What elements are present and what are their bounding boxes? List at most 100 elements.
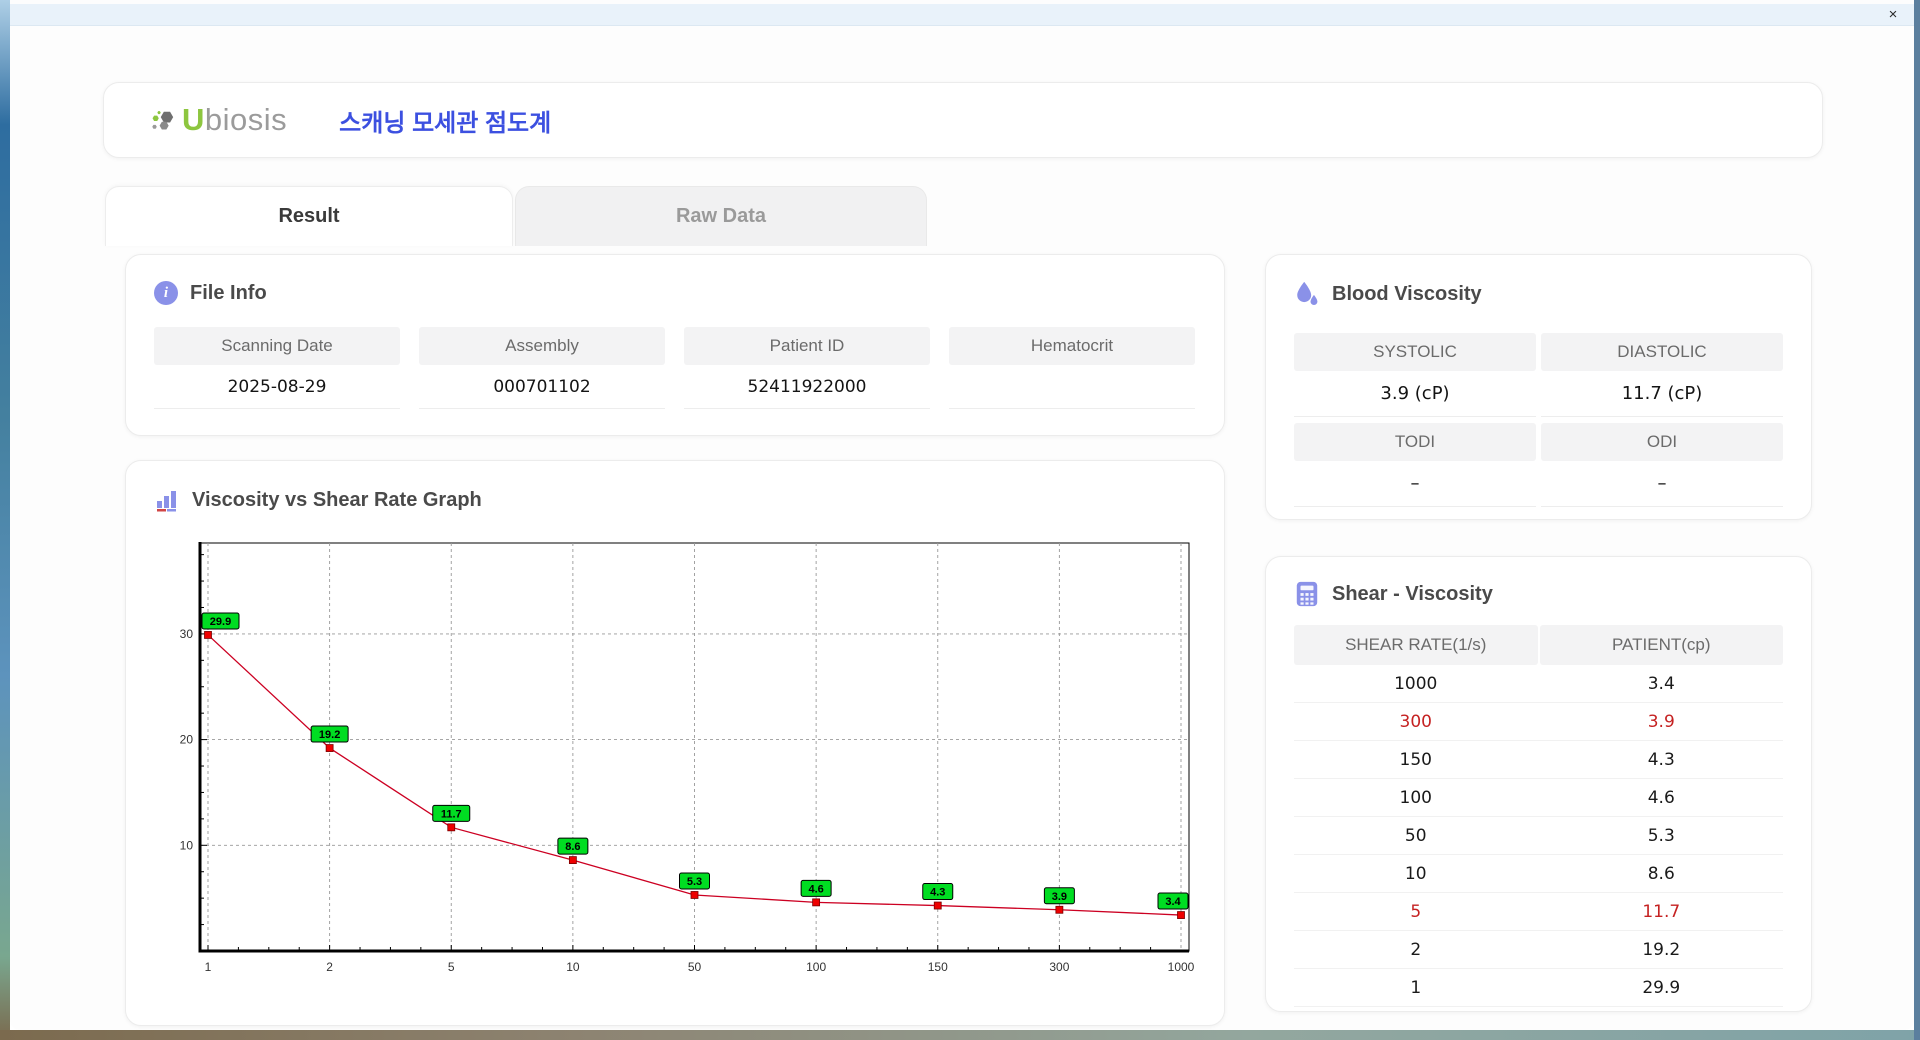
- cell-patient: 4.3: [1647, 749, 1675, 770]
- blood-viscosity-grid: SYSTOLIC DIASTOLIC 3.9 (cP) 11.7 (cP) TODI OD…: [1294, 327, 1783, 507]
- table-row: 50 5.3: [1294, 817, 1783, 855]
- svg-text:11.7: 11.7: [441, 808, 462, 820]
- ubiosis-logo-icon: [152, 111, 174, 130]
- field-value: 2025-08-29: [154, 365, 400, 409]
- cell-shear-rate: 1: [1410, 977, 1422, 998]
- table-row: 10 8.6: [1294, 855, 1783, 893]
- bv-value: –: [1294, 461, 1536, 507]
- app-title: 스캐닝 모세관 점도계: [339, 109, 552, 137]
- svg-text:1000: 1000: [1168, 960, 1195, 974]
- svg-text:2: 2: [326, 960, 333, 974]
- field-label: Assembly: [419, 327, 665, 365]
- bv-label: TODI: [1294, 423, 1536, 461]
- tab-raw-data[interactable]: Raw Data: [515, 186, 927, 246]
- cell-patient: 29.9: [1642, 977, 1681, 998]
- ubiosis-logo: Ubiosis: [150, 102, 287, 138]
- svg-text:30: 30: [180, 627, 194, 641]
- field-value: [949, 365, 1195, 409]
- svg-text:5: 5: [448, 960, 455, 974]
- blood-viscosity-title: Blood Viscosity: [1332, 282, 1482, 305]
- cell-patient: 11.7: [1642, 901, 1681, 922]
- graph-title: Viscosity vs Shear Rate Graph: [192, 488, 482, 511]
- svg-text:5.3: 5.3: [687, 876, 702, 888]
- window-titlebar: ×: [10, 4, 1914, 26]
- cell-patient: 19.2: [1642, 939, 1681, 960]
- logo-text: Ubiosis: [182, 102, 287, 138]
- file-info-title: File Info: [190, 281, 267, 304]
- header-card: Ubiosis 스캐닝 모세관 점도계: [103, 82, 1823, 158]
- cell-shear-rate: 150: [1399, 749, 1432, 770]
- cell-patient: 4.6: [1647, 787, 1675, 808]
- shear-viscosity-table: SHEAR RATE(1/s) PATIENT(cp) 1000 3.4 300 …: [1294, 625, 1783, 1007]
- field-label: Patient ID: [684, 327, 930, 365]
- svg-text:20: 20: [180, 733, 194, 747]
- shear-viscosity-card: Shear - Viscosity SHEAR RATE(1/s) PATIEN…: [1265, 556, 1812, 1012]
- field-label: Hematocrit: [949, 327, 1195, 365]
- column-header-shear-rate: SHEAR RATE(1/s): [1294, 625, 1538, 665]
- column-header-patient: PATIENT(cp): [1539, 625, 1783, 665]
- cell-shear-rate: 1000: [1394, 673, 1438, 694]
- cell-shear-rate: 10: [1404, 863, 1427, 884]
- bv-label: DIASTOLIC: [1541, 333, 1783, 371]
- graph-card: Viscosity vs Shear Rate Graph 10 20 30 1 2 5 1…: [125, 460, 1225, 1026]
- table-row: 1000 3.4: [1294, 665, 1783, 703]
- bv-value: –: [1541, 461, 1783, 507]
- table-row: 2 19.2: [1294, 931, 1783, 969]
- calculator-icon: [1296, 581, 1318, 607]
- file-info-field: Assembly 000701102: [419, 327, 665, 409]
- file-info-card: i File Info Scanning Date 2025-08-29 Asse…: [125, 254, 1225, 436]
- svg-text:3.9: 3.9: [1052, 891, 1067, 903]
- table-row: 100 4.6: [1294, 779, 1783, 817]
- shear-viscosity-title: Shear - Viscosity: [1332, 582, 1493, 605]
- file-info-fields: Scanning Date 2025-08-29 Assembly 0007011…: [154, 327, 1196, 409]
- cell-patient: 5.3: [1647, 825, 1675, 846]
- desktop-background-bottom: [0, 1030, 1920, 1040]
- table-row: 1 29.9: [1294, 969, 1783, 1007]
- field-label: Scanning Date: [154, 327, 400, 365]
- bv-label: ODI: [1541, 423, 1783, 461]
- app-window: × Ubiosis 스캐닝 모세관 점도계 Result Raw Data i …: [10, 0, 1914, 1030]
- logo-text-rest: biosis: [204, 102, 288, 137]
- close-icon[interactable]: ×: [1882, 5, 1904, 25]
- svg-text:4.6: 4.6: [808, 883, 823, 895]
- bv-value: 11.7 (cP): [1541, 371, 1783, 417]
- tab-result[interactable]: Result: [105, 186, 513, 246]
- file-info-field: Scanning Date 2025-08-29: [154, 327, 400, 409]
- svg-text:300: 300: [1049, 960, 1069, 974]
- cell-shear-rate: 100: [1399, 787, 1432, 808]
- blood-drops-icon: [1297, 281, 1318, 306]
- svg-text:29.9: 29.9: [210, 616, 231, 628]
- table-row: 300 3.9: [1294, 703, 1783, 741]
- file-info-field: Hematocrit: [949, 327, 1195, 409]
- desktop-background-right: [1914, 0, 1920, 1040]
- cell-patient: 3.9: [1647, 711, 1675, 732]
- table-body: 1000 3.4 300 3.9 150 4.3 100 4.6 50 5.3 10 8.…: [1294, 665, 1783, 1007]
- table-row: 5 11.7: [1294, 893, 1783, 931]
- field-value: 000701102: [419, 365, 665, 409]
- cell-patient: 3.4: [1647, 673, 1675, 694]
- cell-patient: 8.6: [1647, 863, 1675, 884]
- logo-text-u: U: [182, 102, 205, 137]
- svg-text:3.4: 3.4: [1165, 896, 1181, 908]
- svg-text:4.3: 4.3: [930, 887, 945, 899]
- table-header-row: SHEAR RATE(1/s) PATIENT(cp): [1294, 625, 1783, 665]
- bv-label: SYSTOLIC: [1294, 333, 1536, 371]
- cell-shear-rate: 50: [1404, 825, 1427, 846]
- cell-shear-rate: 2: [1410, 939, 1422, 960]
- field-value: 52411922000: [684, 365, 930, 409]
- bar-chart-icon: [157, 491, 176, 512]
- desktop-background-left: [0, 0, 10, 1040]
- file-info-field: Patient ID 52411922000: [684, 327, 930, 409]
- bv-value: 3.9 (cP): [1294, 371, 1536, 417]
- cell-shear-rate: 5: [1410, 901, 1422, 922]
- svg-text:1: 1: [205, 960, 212, 974]
- info-icon: i: [154, 281, 178, 305]
- svg-text:8.6: 8.6: [565, 841, 580, 853]
- blood-viscosity-card: Blood Viscosity SYSTOLIC DIASTOLIC 3.9 (cP…: [1265, 254, 1812, 520]
- svg-text:10: 10: [180, 838, 194, 852]
- svg-text:100: 100: [806, 960, 826, 974]
- svg-text:19.2: 19.2: [319, 729, 340, 741]
- cell-shear-rate: 300: [1399, 711, 1432, 732]
- svg-text:10: 10: [566, 960, 580, 974]
- svg-text:50: 50: [688, 960, 702, 974]
